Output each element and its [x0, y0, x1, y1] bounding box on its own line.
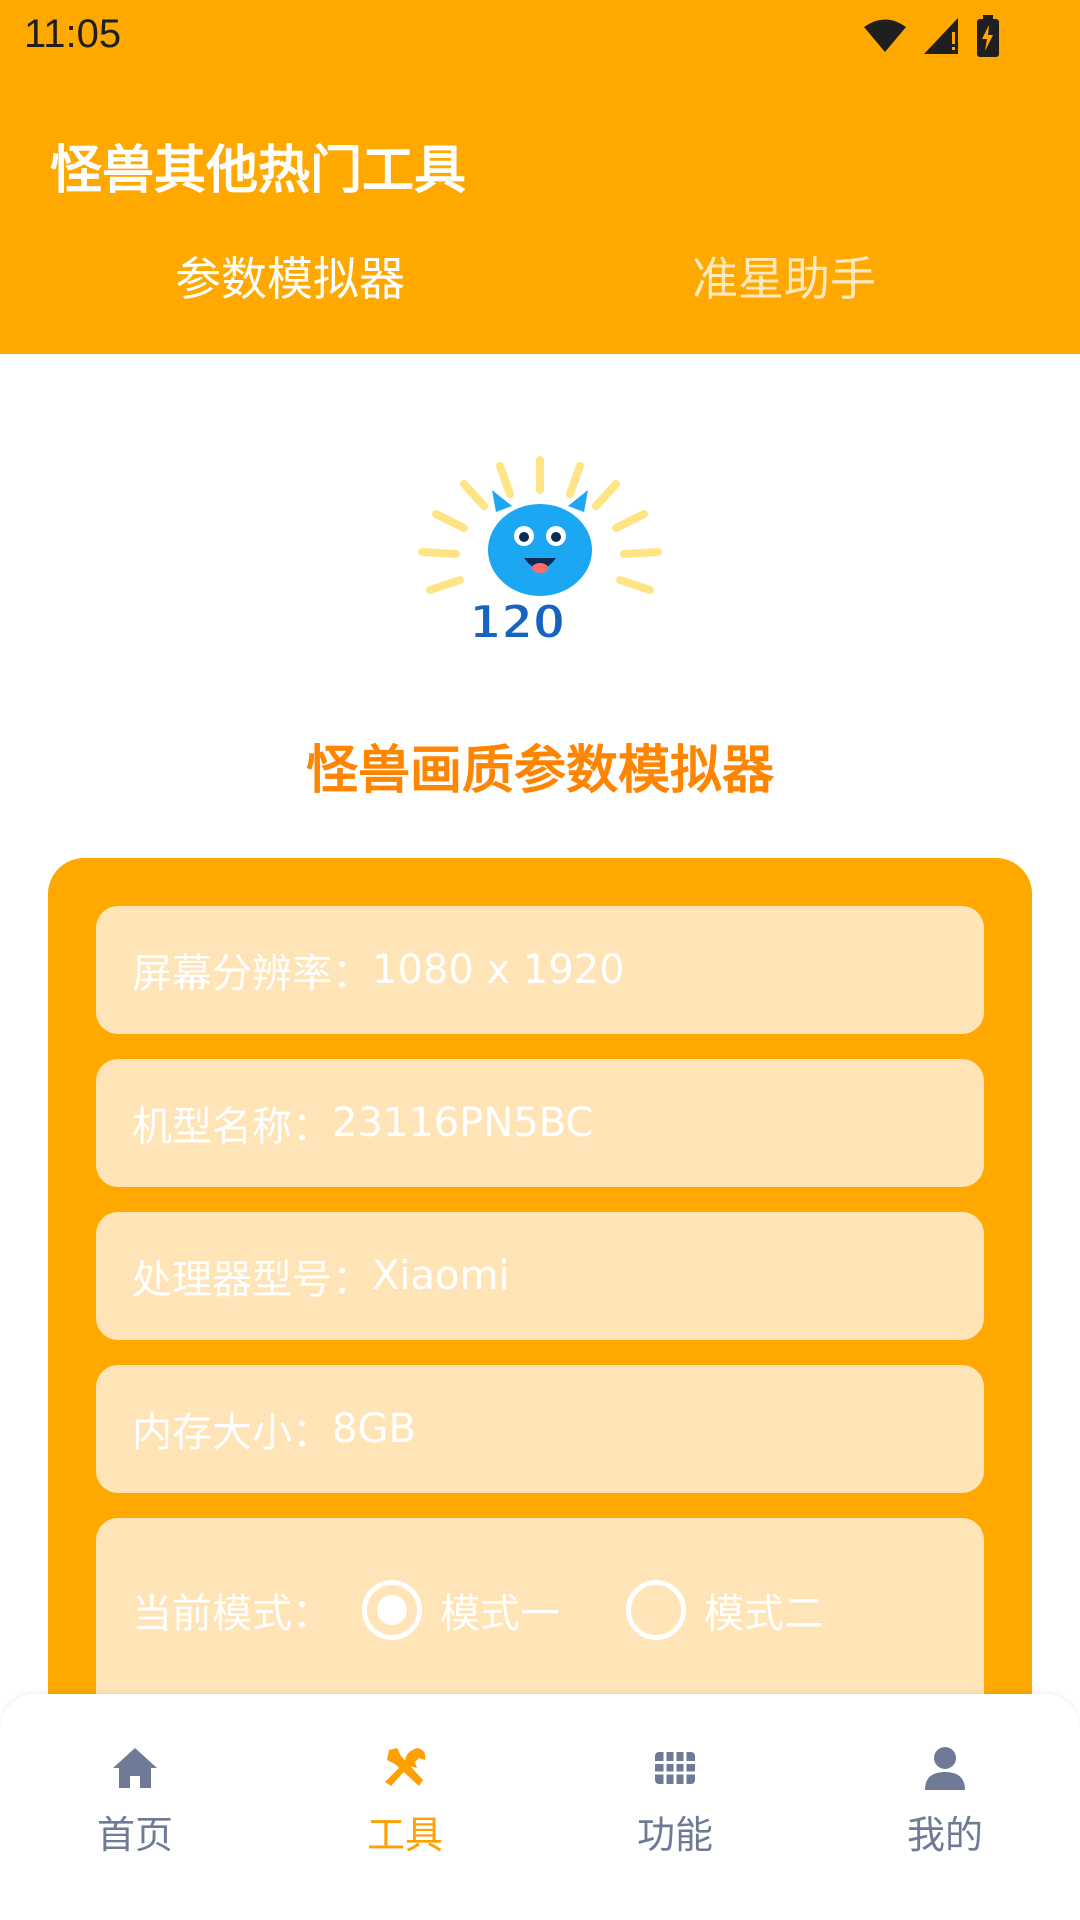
- nav-item-features[interactable]: 功能: [540, 1742, 810, 1862]
- person-icon: [925, 1747, 965, 1790]
- field-value: 23116PN5BC: [332, 1100, 594, 1146]
- field-value: 1080 x 1920: [372, 947, 625, 993]
- field-label: 机型名称：: [132, 1104, 332, 1150]
- model-name-field[interactable]: 机型名称： 23116PN5BC: [96, 1059, 984, 1187]
- field-label: 屏幕分辨率：: [132, 951, 372, 997]
- radio-mode-one-label[interactable]: 模式一: [440, 1581, 560, 1639]
- radio-mode-one[interactable]: [362, 1580, 422, 1640]
- field-value: Xiaomi: [372, 1253, 510, 1299]
- field-label: 处理器型号：: [132, 1257, 372, 1303]
- status-icons: [862, 14, 1000, 58]
- nav-label-profile: 我的: [906, 1813, 983, 1857]
- wifi-icon: [864, 19, 906, 52]
- tab-crosshair-helper[interactable]: 准星助手: [540, 236, 1080, 316]
- bottom-navigation: 首页 工具 功能 我的: [0, 1694, 1080, 1920]
- signal-icon: [924, 18, 958, 54]
- home-icon: [113, 1748, 157, 1788]
- nav-label-features: 功能: [636, 1813, 713, 1857]
- monster-120fps-logo: 120帧: [418, 456, 662, 650]
- nav-item-profile[interactable]: 我的: [810, 1742, 1080, 1862]
- field-value: 8GB: [332, 1406, 416, 1452]
- mode-label: 当前模式：: [132, 1591, 332, 1637]
- tab-param-simulator[interactable]: 参数模拟器: [0, 236, 540, 316]
- grid-icon: [655, 1752, 695, 1784]
- radio-mode-two-label[interactable]: 模式二: [704, 1581, 824, 1639]
- app-header: 11:05 怪兽其他热门工具 参数模拟器 准星助手: [0, 0, 1080, 354]
- nav-item-tools[interactable]: 工具: [270, 1742, 540, 1862]
- tab-bar: 参数模拟器 准星助手: [0, 236, 1080, 316]
- processor-field[interactable]: 处理器型号： Xiaomi: [96, 1212, 984, 1340]
- tools-icon: [385, 1748, 426, 1786]
- simulator-heading: 怪兽画质参数模拟器: [305, 741, 774, 801]
- mode-row: 当前模式： 模式一 模式二: [132, 1580, 824, 1640]
- logo-text: 120帧: [469, 595, 611, 649]
- resolution-field[interactable]: 屏幕分辨率： 1080 x 1920: [96, 906, 984, 1034]
- radio-mode-two[interactable]: [626, 1580, 686, 1640]
- nav-label-tools: 工具: [366, 1813, 443, 1857]
- status-bar: 11:05: [0, 0, 1080, 74]
- nav-item-home[interactable]: 首页: [0, 1742, 270, 1862]
- battery-icon: [977, 15, 999, 57]
- status-time: 11:05: [24, 12, 122, 56]
- nav-label-home: 首页: [96, 1813, 173, 1857]
- memory-field[interactable]: 内存大小： 8GB: [96, 1365, 984, 1493]
- radio-selected-dot: [377, 1595, 407, 1625]
- field-label: 内存大小：: [132, 1410, 332, 1456]
- monster-mascot: [488, 490, 592, 596]
- page-title: 怪兽其他热门工具: [50, 141, 467, 201]
